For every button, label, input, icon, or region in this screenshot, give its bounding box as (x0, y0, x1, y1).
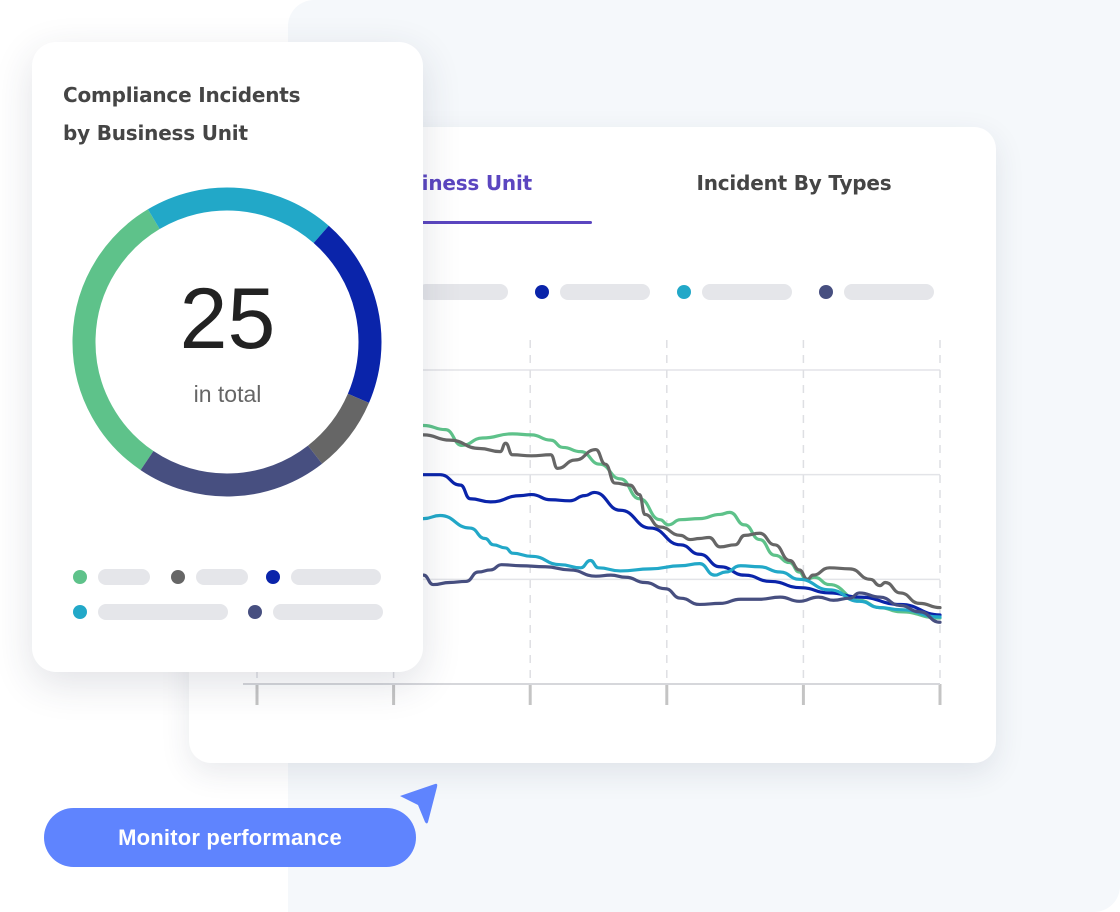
legend-label-placeholder (98, 569, 150, 585)
donut-card: Compliance Incidents by Business Unit 25… (32, 42, 423, 672)
legend-label-placeholder (273, 604, 383, 620)
legend-label-placeholder (291, 569, 381, 585)
donut-total-value: 25 (179, 271, 276, 367)
donut-slice-unit-5 (140, 445, 323, 497)
donut-slice-unit-2 (147, 187, 329, 244)
legend-dot (248, 605, 262, 619)
monitor-performance-button[interactable]: Monitor performance (44, 808, 416, 867)
legend-dot (73, 605, 87, 619)
legend-dot (73, 570, 87, 584)
legend-label-placeholder (196, 569, 248, 585)
donut-total-label: in total (193, 381, 262, 407)
legend-label-placeholder (98, 604, 228, 620)
cursor-arrow-icon (400, 783, 438, 824)
legend-dot (171, 570, 185, 584)
legend-dot (266, 570, 280, 584)
